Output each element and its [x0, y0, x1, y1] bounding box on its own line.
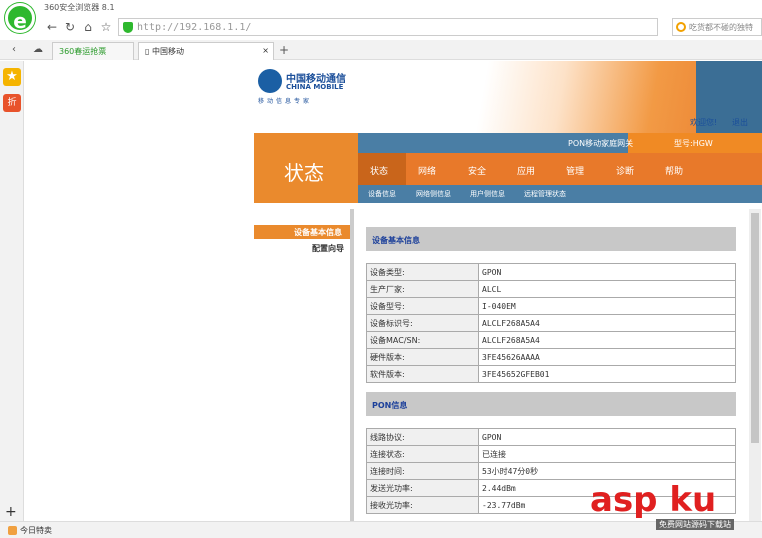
page-icon: ▯ [145, 47, 152, 56]
search-box[interactable]: 吃货都不碰的独特 [672, 18, 762, 36]
device-section-title: 设备基本信息 [372, 236, 420, 245]
submenu-user-info[interactable]: 用户侧信息 [470, 189, 505, 199]
china-mobile-logo-icon [258, 69, 282, 93]
close-icon[interactable]: × [262, 46, 269, 55]
search-placeholder[interactable]: 吃货都不碰的独特 [689, 22, 753, 33]
back-icon[interactable]: ← [44, 19, 60, 35]
search-icon [676, 22, 686, 32]
row-value: GPON [478, 428, 736, 446]
watermark-subtitle: 免费网站源码下载站 [656, 519, 734, 530]
collapse-sidebar-icon[interactable]: ‹ [6, 42, 22, 58]
row-label: 设备型号: [366, 297, 479, 315]
table-row: 线路协议: GPON [366, 428, 736, 446]
status-text[interactable]: 今日特卖 [20, 525, 52, 536]
submenu-remote-status[interactable]: 远程管理状态 [524, 189, 566, 199]
row-label: 设备类型: [366, 263, 479, 281]
menu-help[interactable]: 帮助 [665, 164, 683, 177]
row-label: 接收光功率: [366, 496, 479, 514]
content-panel: 设备基本信息 设备类型: GPON 生产厂家: ALCL 设备型号: I-040EM 设备标… [350, 209, 762, 521]
scrollbar-thumb[interactable] [751, 213, 759, 443]
menu-security[interactable]: 安全 [468, 164, 486, 177]
row-value: ALCL [478, 280, 736, 298]
pon-section-title: PON信息 [372, 401, 408, 410]
refresh-icon[interactable]: ↻ [62, 19, 78, 35]
row-label: 连接时间: [366, 462, 479, 480]
logout-link[interactable]: 退出 [732, 117, 748, 128]
status-bar: 今日特卖 [0, 521, 762, 538]
tab-bar: ‹ ☁ 360春运抢票 ▯ 中国移动 × + [0, 40, 762, 60]
sub-menu: 设备信息 网络侧信息 用户侧信息 远程管理状态 [358, 185, 762, 203]
row-label: 发送光功率: [366, 479, 479, 497]
nav-item-device-info[interactable]: 设备基本信息 [294, 227, 342, 238]
sale-icon [8, 526, 17, 535]
row-value: I-040EM [478, 297, 736, 315]
row-value: GPON [478, 263, 736, 281]
tab-label: 360春运抢票 [59, 47, 107, 56]
add-icon[interactable]: + [5, 504, 17, 520]
address-bar[interactable]: http://192.168.1.1/ [118, 18, 658, 36]
left-nav: 设备基本信息 配置向导 [254, 203, 350, 521]
new-tab-icon[interactable]: + [276, 42, 292, 58]
row-value: 3FE45652GFEB01 [478, 365, 736, 383]
watermark-logo: asp ku [590, 480, 717, 520]
title-bar: 360安全浏览器 8.1 [0, 0, 762, 14]
bookmark-star-icon[interactable]: ☆ [98, 19, 114, 35]
row-label: 软件版本: [366, 365, 479, 383]
menu-diagnose[interactable]: 诊断 [616, 164, 634, 177]
tab-china-mobile[interactable]: ▯ 中国移动 × [138, 42, 274, 60]
row-label: 硬件版本: [366, 348, 479, 366]
nav-item-config-wizard[interactable]: 配置向导 [312, 243, 344, 254]
discount-icon[interactable]: 折 [3, 94, 21, 112]
row-label: 线路协议: [366, 428, 479, 446]
brand-slogan: 移动信息专家 [258, 98, 313, 105]
row-value: ALCLF268A5A4 [478, 314, 736, 332]
table-row: 设备标识号: ALCLF268A5A4 [366, 314, 736, 332]
favorites-star-icon[interactable]: ★ [3, 68, 21, 86]
url-text[interactable]: http://192.168.1.1/ [137, 22, 251, 33]
pon-section-header: PON信息 [366, 392, 736, 416]
device-section-header: 设备基本信息 [366, 227, 736, 251]
row-label: 连接状态: [366, 445, 479, 463]
home-icon[interactable]: ⌂ [80, 19, 96, 35]
table-row: 硬件版本: 3FE45626AAAA [366, 348, 736, 366]
table-row: 软件版本: 3FE45652GFEB01 [366, 365, 736, 383]
table-row: 生产厂家: ALCL [366, 280, 736, 298]
section-title: 状态 [284, 161, 324, 185]
row-value: 3FE45626AAAA [478, 348, 736, 366]
row-value: 已连接 [478, 445, 736, 463]
row-value: ALCLF268A5A4 [478, 331, 736, 349]
window-title: 360安全浏览器 8.1 [44, 3, 115, 12]
table-row: 连接状态: 已连接 [366, 445, 736, 463]
menu-apps[interactable]: 应用 [517, 164, 535, 177]
row-label: 设备MAC/SN: [366, 331, 479, 349]
row-label: 设备标识号: [366, 314, 479, 332]
main-menu: 状态 网络 安全 应用 管理 诊断 帮助 [358, 153, 762, 185]
device-info-table: 设备类型: GPON 生产厂家: ALCL 设备型号: I-040EM 设备标识号: ALCL… [366, 263, 736, 383]
gateway-label: PON移动家庭网关 [568, 139, 634, 148]
header-bar: PON移动家庭网关 型号:HGW [358, 133, 762, 153]
tab-360-ticket[interactable]: 360春运抢票 [52, 42, 134, 60]
table-row: 连接时间: 53小时47分0秒 [366, 462, 736, 480]
menu-manage[interactable]: 管理 [566, 164, 584, 177]
table-row: 设备型号: I-040EM [366, 297, 736, 315]
brand-english: CHINA MOBILE [286, 83, 344, 91]
section-box: 状态 [254, 133, 358, 203]
model-label: 型号:HGW [674, 139, 713, 148]
security-shield-icon [123, 22, 133, 33]
menu-status[interactable]: 状态 [370, 164, 388, 177]
submenu-device-info[interactable]: 设备信息 [368, 189, 396, 199]
tab-label: 中国移动 [151, 47, 184, 56]
left-sidebar: ★ 折 + [0, 61, 24, 521]
submenu-network-info[interactable]: 网络侧信息 [416, 189, 451, 199]
table-row: 设备MAC/SN: ALCLF268A5A4 [366, 331, 736, 349]
navigation-bar: ← ↻ ⌂ ☆ http://192.168.1.1/ 吃货都不碰的独特 [0, 16, 762, 38]
row-value: 53小时47分0秒 [478, 462, 736, 480]
table-row: 设备类型: GPON [366, 263, 736, 281]
router-page: 中国移动通信 CHINA MOBILE 移动信息专家 欢迎您! 退出 PON移动… [254, 61, 762, 521]
row-label: 生产厂家: [366, 280, 479, 298]
cloud-icon[interactable]: ☁ [30, 42, 46, 58]
welcome-text: 欢迎您! [690, 118, 718, 127]
menu-network[interactable]: 网络 [418, 164, 436, 177]
